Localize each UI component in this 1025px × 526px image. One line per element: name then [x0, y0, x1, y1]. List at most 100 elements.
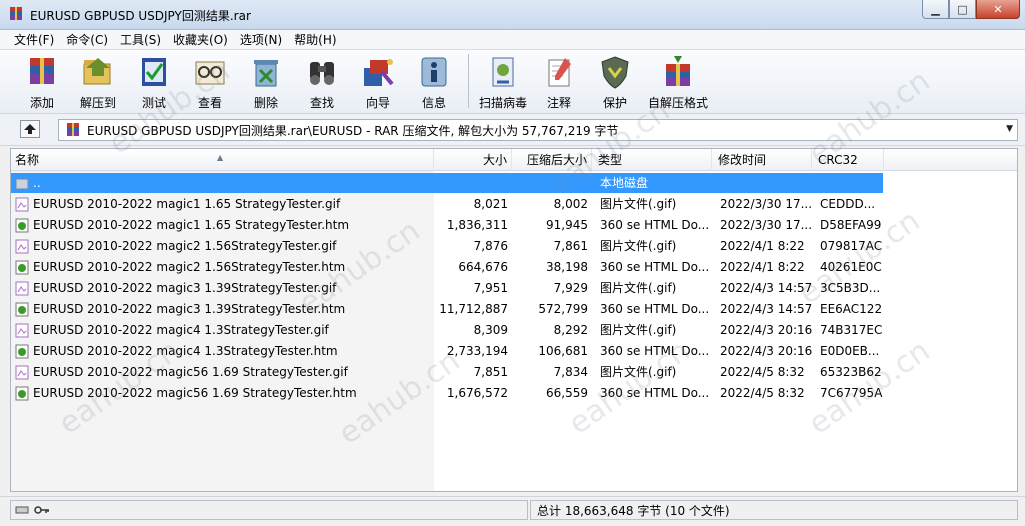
address-path: EURUSD GBPUSD USDJPY回测结果.rar\EURUSD - RA…: [87, 123, 619, 138]
find-label: 查找: [309, 96, 334, 110]
file-size: 7,851: [473, 365, 508, 379]
address-bar: EURUSD GBPUSD USDJPY回测结果.rar\EURUSD - RA…: [0, 114, 1025, 146]
table-row[interactable]: EURUSD 2010-2022 magic56 1.69 StrategyTe…: [11, 362, 1017, 383]
menu-bar: 文件(F) 命令(C) 工具(S) 收藏夹(O) 选项(N) 帮助(H): [0, 30, 1025, 50]
column-header-type[interactable]: 类型: [592, 149, 712, 171]
add-archive-icon: [24, 54, 60, 90]
file-name: EURUSD 2010-2022 magic4 1.3StrategyTeste…: [33, 323, 329, 337]
minimize-button[interactable]: ▁: [922, 0, 949, 19]
close-button[interactable]: ✕: [976, 0, 1020, 19]
table-row[interactable]: EURUSD 2010-2022 magic3 1.39StrategyTest…: [11, 299, 1017, 320]
list-rows: .. 本地磁盘 EURUSD 2010-2022 magic1 1.65 Str…: [11, 173, 1017, 404]
file-crc: D58EFA99: [820, 218, 882, 232]
sfx-label: 自解压格式: [647, 96, 708, 110]
file-name: EURUSD 2010-2022 magic56 1.69 StrategyTe…: [33, 386, 357, 400]
view-label: 查看: [197, 96, 222, 110]
virus-scan-icon: [485, 54, 521, 90]
view-button[interactable]: 查看: [182, 50, 238, 111]
file-modified: 2022/3/30 17...: [720, 218, 812, 232]
gif-file-icon: [15, 281, 29, 296]
file-modified: 2022/4/3 14:57: [720, 281, 812, 295]
table-row[interactable]: EURUSD 2010-2022 magic56 1.69 StrategyTe…: [11, 383, 1017, 404]
htm-file-icon: [15, 260, 29, 275]
comment-button[interactable]: 注释: [531, 50, 587, 111]
file-size: 1,676,572: [446, 386, 508, 400]
file-type: 360 se HTML Do...: [600, 386, 710, 400]
file-crc: 3C5B3D...: [820, 281, 881, 295]
file-name: ..: [33, 176, 41, 190]
comment-label: 注释: [546, 96, 571, 110]
table-row[interactable]: EURUSD 2010-2022 magic3 1.39StrategyTest…: [11, 278, 1017, 299]
table-row[interactable]: EURUSD 2010-2022 magic1 1.65 StrategyTes…: [11, 215, 1017, 236]
file-crc: CEDDD...: [820, 197, 876, 211]
gif-file-icon: [15, 197, 29, 212]
file-modified: 2022/4/1 8:22: [720, 260, 805, 274]
chevron-down-icon[interactable]: ▼: [1006, 124, 1013, 134]
file-packed-size: 7,929: [553, 281, 588, 295]
comment-icon: [541, 54, 577, 90]
file-crc: E0D0EB...: [820, 344, 880, 358]
protect-button[interactable]: 保护: [587, 50, 643, 111]
status-summary: 总计 18,663,648 字节 (10 个文件): [530, 500, 1018, 520]
wizard-label: 向导: [365, 96, 390, 110]
wizard-button[interactable]: 向导: [350, 50, 406, 111]
menu-favorites[interactable]: 收藏夹(O): [167, 30, 234, 50]
info-label: 信息: [421, 96, 446, 110]
file-size: 2,733,194: [446, 344, 508, 358]
table-row[interactable]: EURUSD 2010-2022 magic2 1.56StrategyTest…: [11, 236, 1017, 257]
menu-tools[interactable]: 工具(S): [114, 30, 167, 50]
info-button[interactable]: 信息: [406, 50, 462, 111]
column-header-size[interactable]: 大小: [434, 149, 512, 171]
info-icon: [416, 54, 452, 90]
list-item-parent-folder[interactable]: .. 本地磁盘: [11, 173, 1017, 194]
add-button[interactable]: 添加: [14, 50, 70, 111]
table-row[interactable]: EURUSD 2010-2022 magic4 1.3StrategyTeste…: [11, 320, 1017, 341]
table-row[interactable]: EURUSD 2010-2022 magic4 1.3StrategyTeste…: [11, 341, 1017, 362]
column-header-modified[interactable]: 修改时间: [712, 149, 812, 171]
find-button[interactable]: 查找: [294, 50, 350, 111]
file-crc: EE6AC122: [820, 302, 883, 316]
up-folder-button[interactable]: [20, 120, 40, 138]
file-list[interactable]: 名称 ▲ 大小 压缩后大小 类型 修改时间 CRC32 .. 本地磁盘 EURU…: [10, 148, 1018, 492]
file-size: 664,676: [458, 260, 508, 274]
column-header-crc[interactable]: CRC32: [812, 149, 884, 171]
file-size: 1,836,311: [446, 218, 508, 232]
file-type: 360 se HTML Do...: [600, 218, 710, 232]
protect-icon: [597, 54, 633, 90]
extract-to-button[interactable]: 解压到: [70, 50, 126, 111]
wizard-icon: [360, 54, 396, 90]
file-type: 360 se HTML Do...: [600, 260, 710, 274]
sfx-button[interactable]: 自解压格式: [643, 50, 713, 111]
file-type: 图片文件(.gif): [600, 239, 677, 253]
test-button[interactable]: 测试: [126, 50, 182, 111]
htm-file-icon: [15, 386, 29, 401]
table-row[interactable]: EURUSD 2010-2022 magic1 1.65 StrategyTes…: [11, 194, 1017, 215]
toolbar-separator: [468, 54, 469, 108]
menu-options[interactable]: 选项(N): [234, 30, 288, 50]
window-title: EURUSD GBPUSD USDJPY回测结果.rar: [30, 9, 251, 23]
table-row[interactable]: EURUSD 2010-2022 magic2 1.56StrategyTest…: [11, 257, 1017, 278]
file-name: EURUSD 2010-2022 magic2 1.56StrategyTest…: [33, 260, 346, 274]
title-bar[interactable]: EURUSD GBPUSD USDJPY回测结果.rar ▁ □ ✕: [0, 0, 1025, 30]
file-name: EURUSD 2010-2022 magic3 1.39StrategyTest…: [33, 302, 346, 316]
extract-to-label: 解压到: [79, 96, 116, 110]
column-header-packed[interactable]: 压缩后大小: [512, 149, 592, 171]
file-packed-size: 572,799: [538, 302, 588, 316]
file-packed-size: 91,945: [546, 218, 588, 232]
delete-button[interactable]: 删除: [238, 50, 294, 111]
file-packed-size: 7,834: [553, 365, 588, 379]
up-arrow-icon: [24, 124, 36, 134]
menu-commands[interactable]: 命令(C): [60, 30, 114, 50]
virus-scan-button[interactable]: 扫描病毒: [475, 50, 531, 111]
menu-help[interactable]: 帮助(H): [288, 30, 342, 50]
menu-file[interactable]: 文件(F): [8, 30, 60, 50]
file-size: 7,876: [473, 239, 508, 253]
file-type: 360 se HTML Do...: [600, 302, 710, 316]
column-header-name[interactable]: 名称 ▲: [11, 149, 434, 171]
list-header: 名称 ▲ 大小 压缩后大小 类型 修改时间 CRC32: [11, 149, 1017, 171]
file-crc: 74B317EC: [820, 323, 883, 337]
file-crc: 40261E0C: [820, 260, 882, 274]
address-path-combobox[interactable]: EURUSD GBPUSD USDJPY回测结果.rar\EURUSD - RA…: [58, 119, 1018, 141]
toolbar: 添加 解压到 测试 查看 删除 查找 向导 信息 扫描病毒 注释 保护 自解压格…: [0, 50, 1025, 114]
maximize-button[interactable]: □: [949, 0, 976, 19]
